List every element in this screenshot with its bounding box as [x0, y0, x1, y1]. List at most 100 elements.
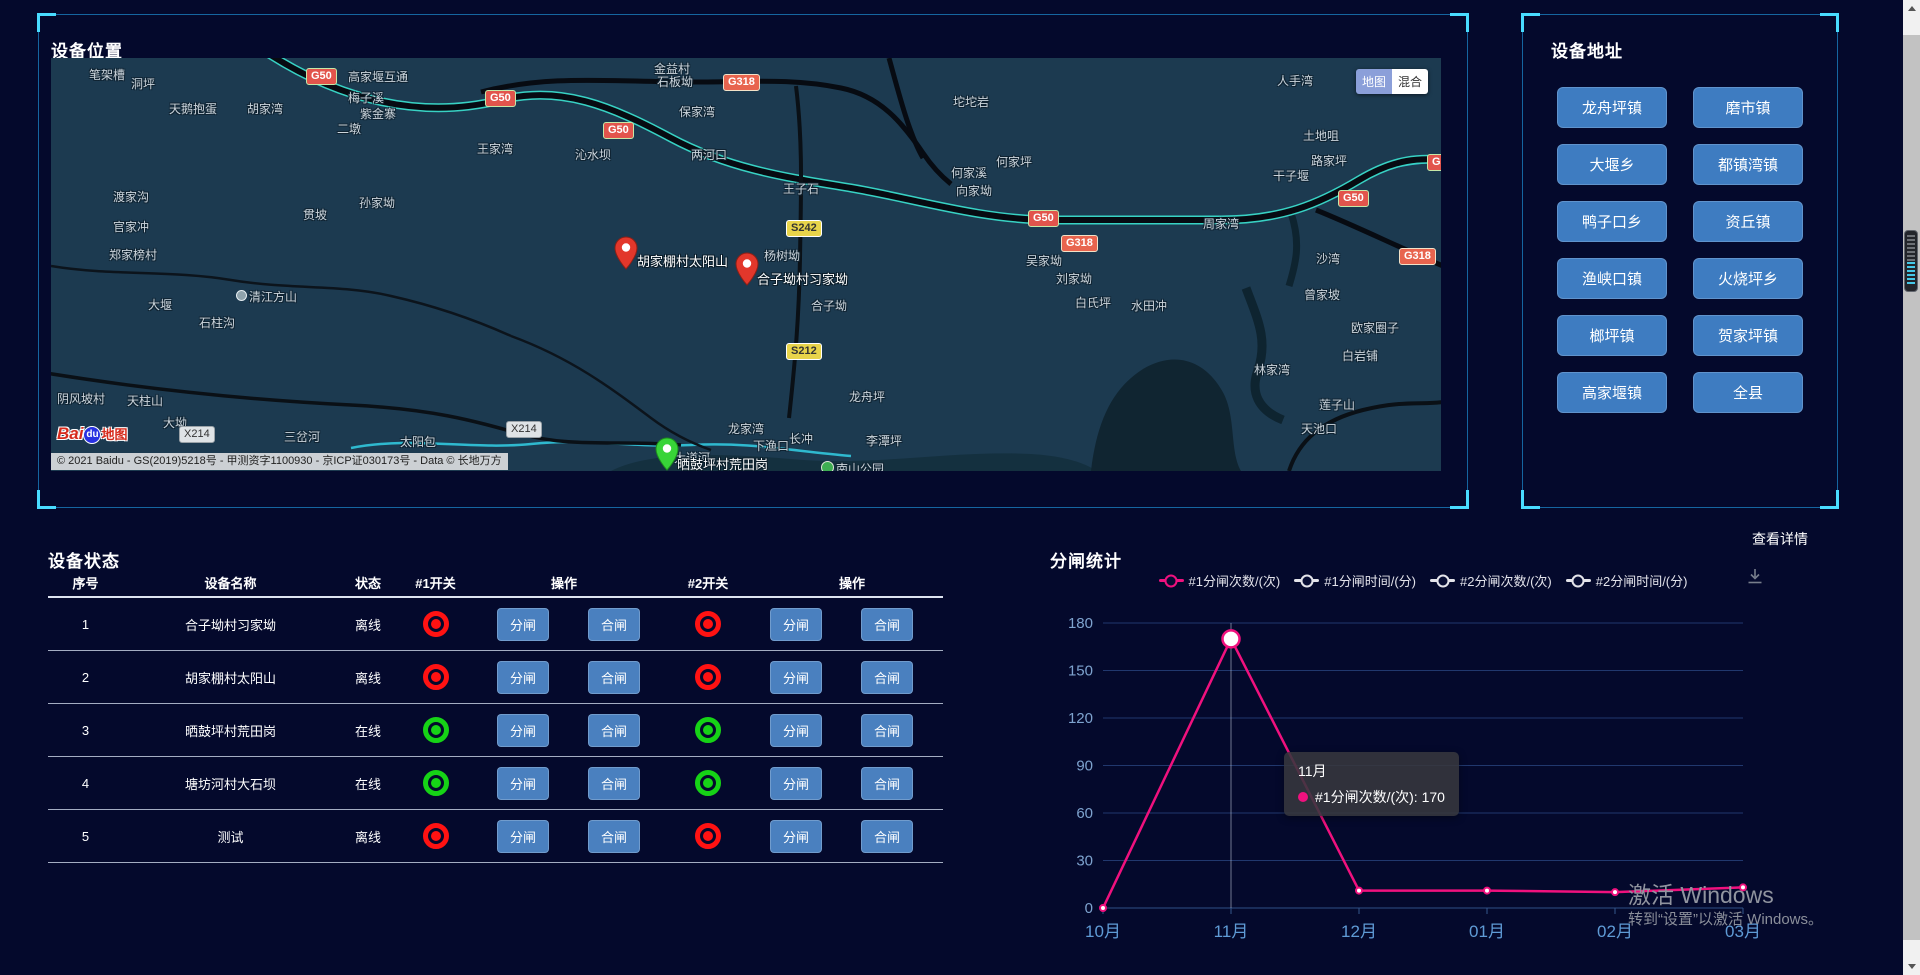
- address-button-10[interactable]: 贺家坪镇: [1693, 315, 1803, 356]
- cell-switch2: [655, 598, 761, 650]
- cell-status: 在线: [338, 757, 398, 809]
- map-place-label: 贯坡: [303, 206, 327, 223]
- address-button-3[interactable]: 大堰乡: [1557, 144, 1667, 185]
- map-type-hybrid-button[interactable]: 混合: [1392, 69, 1428, 94]
- close-switch1-button[interactable]: 合闸: [588, 820, 640, 853]
- address-button-4[interactable]: 都镇湾镇: [1693, 144, 1803, 185]
- col-header-action2: 操作: [761, 569, 943, 596]
- cell-index: 5: [48, 810, 123, 862]
- close-switch1-button[interactable]: 合闸: [588, 714, 640, 747]
- col-header-switch1: #1开关: [398, 569, 473, 596]
- address-button-12[interactable]: 全县: [1693, 372, 1803, 413]
- map-place-label: 高家堰互通: [348, 68, 408, 85]
- address-button-8[interactable]: 火烧坪乡: [1693, 258, 1803, 299]
- address-button-9[interactable]: 榔坪镇: [1557, 315, 1667, 356]
- svg-text:12月: 12月: [1341, 922, 1377, 941]
- close-switch2-button[interactable]: 合闸: [861, 608, 913, 641]
- map-type-map-button[interactable]: 地图: [1356, 69, 1392, 94]
- table-row: 2胡家棚村太阳山离线分闸合闸分闸合闸: [48, 651, 943, 704]
- map-place-label: 郑家榜村: [109, 246, 157, 263]
- close-switch2-button[interactable]: 合闸: [861, 714, 913, 747]
- legend-marker: [1159, 579, 1184, 582]
- open-switch2-button[interactable]: 分闸: [770, 820, 822, 853]
- cell-switch2: [655, 757, 761, 809]
- map-place-label: 天鹅抱蛋: [169, 100, 217, 117]
- address-button-5[interactable]: 鸭子口乡: [1557, 201, 1667, 242]
- map-place-label: 石板坳: [657, 73, 693, 90]
- map-place-label: 两河口: [691, 146, 727, 163]
- tooltip-series-dot: [1298, 792, 1308, 802]
- scrollbar-thumb[interactable]: [1903, 35, 1920, 940]
- open-switch1-button[interactable]: 分闸: [497, 661, 549, 694]
- map-place-label: 欧家圈子: [1351, 319, 1399, 336]
- address-button-2[interactable]: 磨市镇: [1693, 87, 1803, 128]
- map-place-label: 合子坳: [811, 297, 847, 314]
- legend-marker: [1566, 579, 1591, 582]
- cell-close1: 合闸: [573, 598, 655, 650]
- cell-status: 在线: [338, 704, 398, 756]
- map-place-label: 杨树坳: [764, 247, 800, 264]
- map-place-label: 王家湾: [477, 140, 513, 157]
- legend-item-4[interactable]: #2分闸时间/(分): [1566, 571, 1688, 590]
- view-details-link[interactable]: 查看详情: [1752, 529, 1808, 549]
- open-switch1-button[interactable]: 分闸: [497, 820, 549, 853]
- road-badge: X214: [179, 426, 215, 443]
- close-switch1-button[interactable]: 合闸: [588, 767, 640, 800]
- map-pin-red[interactable]: [735, 252, 759, 286]
- map-pin-red[interactable]: [614, 236, 638, 270]
- cell-open2: 分闸: [761, 810, 831, 862]
- cell-open1: 分闸: [473, 598, 573, 650]
- road-badge: G50: [306, 68, 337, 85]
- scrollbar-down-arrow[interactable]: [1903, 958, 1920, 975]
- corner-decoration: [1820, 13, 1839, 32]
- close-switch2-button[interactable]: 合闸: [861, 767, 913, 800]
- address-button-11[interactable]: 高家堰镇: [1557, 372, 1667, 413]
- road-badge: G318: [1399, 248, 1436, 265]
- map-pin-green[interactable]: [655, 437, 679, 471]
- open-switch1-button[interactable]: 分闸: [497, 608, 549, 641]
- cell-switch1: [398, 757, 473, 809]
- cell-device-name: 胡家棚村太阳山: [123, 651, 338, 703]
- svg-text:01月: 01月: [1469, 922, 1505, 941]
- address-button-1[interactable]: 龙舟坪镇: [1557, 87, 1667, 128]
- col-header-status: 状态: [338, 569, 398, 596]
- open-switch2-button[interactable]: 分闸: [770, 608, 822, 641]
- open-switch2-button[interactable]: 分闸: [770, 661, 822, 694]
- legend-item-1[interactable]: #1分闸次数/(次): [1159, 571, 1281, 590]
- corner-decoration: [1521, 13, 1540, 32]
- legend-item-2[interactable]: #1分闸时间/(分): [1294, 571, 1416, 590]
- map-place-label: 何家坪: [996, 153, 1032, 170]
- cell-status: 离线: [338, 651, 398, 703]
- open-switch1-button[interactable]: 分闸: [497, 714, 549, 747]
- trip-stats-chart[interactable]: 030609012015018010月11月12月01月02月03月11月#1分…: [1060, 600, 1900, 950]
- address-button-7[interactable]: 渔峡口镇: [1557, 258, 1667, 299]
- open-switch2-button[interactable]: 分闸: [770, 714, 822, 747]
- device-address-title: 设备地址: [1551, 37, 1623, 62]
- close-switch2-button[interactable]: 合闸: [861, 820, 913, 853]
- trip-stats-section: 分闸统计 查看详情 #1分闸次数/(次)#1分闸时间/(分)#2分闸次数/(次)…: [1040, 533, 1908, 963]
- map-type-control: 地图 混合: [1356, 69, 1428, 94]
- close-switch1-button[interactable]: 合闸: [588, 608, 640, 641]
- map-place-label: 渡家沟: [113, 188, 149, 205]
- open-switch1-button[interactable]: 分闸: [497, 767, 549, 800]
- map-place-label: 胡家湾: [247, 100, 283, 117]
- cell-close2: 合闸: [831, 704, 943, 756]
- map-place-label: 阴风坡村: [57, 390, 105, 407]
- open-switch2-button[interactable]: 分闸: [770, 767, 822, 800]
- legend-item-3[interactable]: #2分闸次数/(次): [1430, 571, 1552, 590]
- close-switch2-button[interactable]: 合闸: [861, 661, 913, 694]
- download-icon[interactable]: [1746, 567, 1764, 590]
- cell-close1: 合闸: [573, 704, 655, 756]
- address-button-6[interactable]: 资丘镇: [1693, 201, 1803, 242]
- map-place-label: 王子石: [783, 180, 819, 197]
- road-badge: G50: [1338, 190, 1369, 207]
- close-switch1-button[interactable]: 合闸: [588, 661, 640, 694]
- scrollbar-up-arrow[interactable]: [1903, 0, 1920, 17]
- cell-close2: 合闸: [831, 598, 943, 650]
- cell-device-name: 合子坳村习家坳: [123, 598, 338, 650]
- map-place-label: 路家坪: [1311, 152, 1347, 169]
- baidu-map[interactable]: 笔架槽洞坪天鹅抱蛋胡家湾高家堰互通梅子溪紫金寨二墩渡家沟官家冲郑家榜村大堰石柱沟…: [51, 58, 1441, 471]
- page-scrollbar[interactable]: [1903, 0, 1920, 975]
- svg-text:60: 60: [1076, 805, 1093, 822]
- device-status-section: 设备状态 序号设备名称状态#1开关操作#2开关操作1合子坳村习家坳离线分闸合闸分…: [38, 533, 950, 903]
